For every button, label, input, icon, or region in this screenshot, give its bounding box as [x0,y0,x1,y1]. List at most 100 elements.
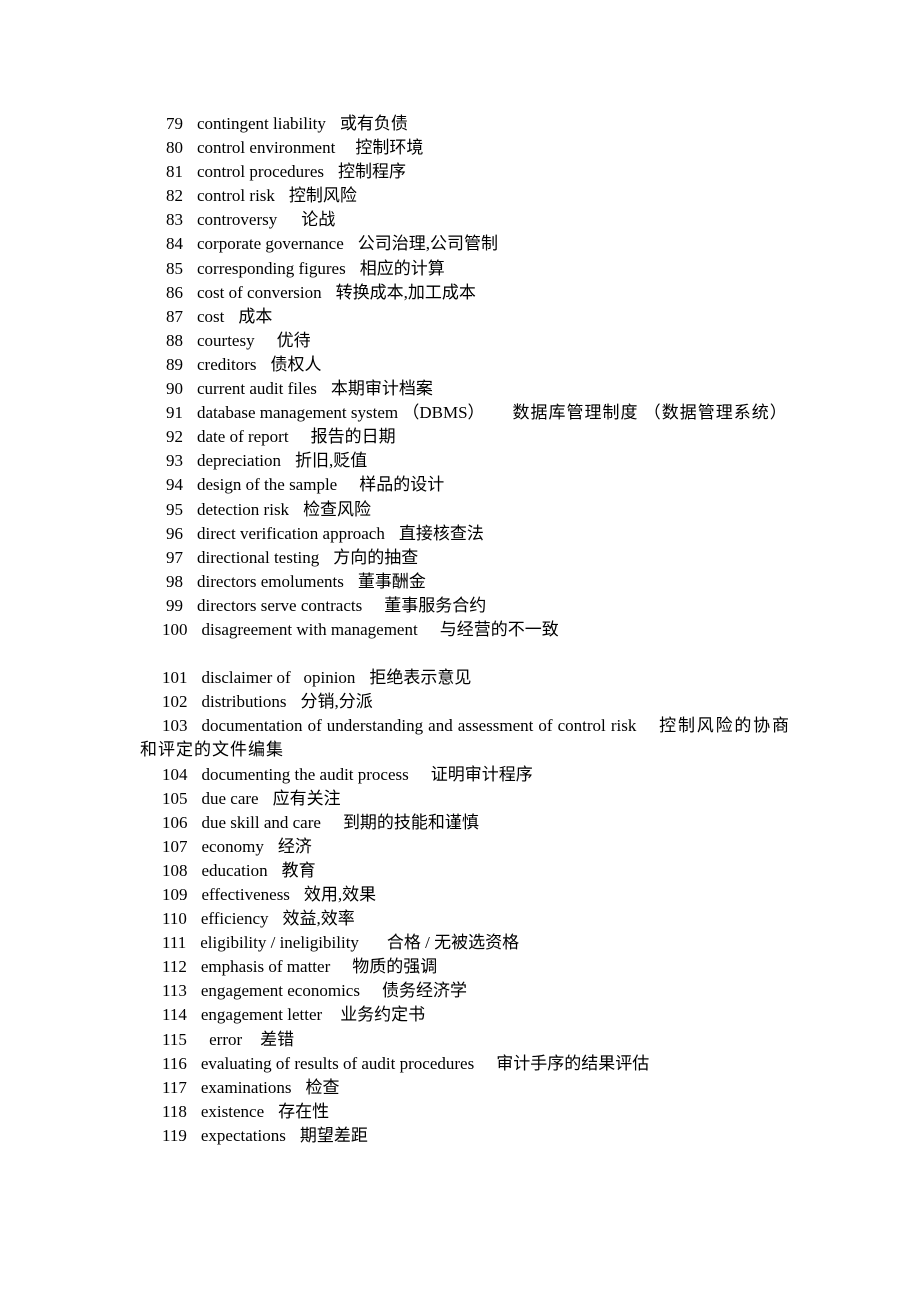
entry-number: 89 [166,354,183,374]
entry-translation: 或有负债 [339,114,408,133]
entry-number: 92 [166,427,183,447]
entry-translation: 转换成本,加工成本 [335,282,476,302]
glossary-entry: 93 depreciation 折旧,贬值 [140,449,790,473]
entry-term: error [204,1029,243,1049]
entry-term: engagement letter [200,1005,323,1025]
glossary-entry: 100 disagreement with management 与经营的不一致 [140,618,790,642]
entry-number: 97 [166,547,183,567]
entry-term: date of report [197,427,289,447]
entry-number: 113 [162,981,187,1001]
entry-term: directors emoluments [197,571,344,591]
entry-translation: 相应的计算 [359,258,445,278]
entry-number: 119 [162,1125,187,1145]
entry-term: engagement economics [200,981,360,1001]
entry-translation: 证明审计程序 [430,764,533,784]
entry-translation: 论战 [301,210,336,230]
entry-term: due skill and care [201,812,321,832]
glossary-entry: 111 eligibility / ineligibility 合格 / 无被选资格 [140,931,790,955]
glossary-entry: 103 documentation of understanding and as… [140,714,790,762]
entry-number: 111 [162,933,187,953]
entry-number: 85 [166,258,183,278]
glossary-entry: 105 due care 应有关注 [140,787,790,811]
entry-translation: 教育 [281,860,316,880]
entry-translation: 方向的抽查 [333,547,419,567]
entry-term: documentation of understanding and asses… [201,716,637,736]
glossary-entry: 89 creditors 债权人 [140,353,790,377]
entry-translation: 本期审计档案 [330,379,433,399]
entry-term: cost [197,306,225,326]
glossary-entry: 96 direct verification approach 直接核查法 [140,522,790,546]
entry-number: 95 [166,499,183,519]
entry-term: distributions [201,692,287,712]
entry-translation: 数据库管理制度 （数据管理系统） [512,403,788,423]
entry-translation: 债务经济学 [381,981,467,1001]
entry-number: 80 [166,138,183,158]
glossary-entry: 106 due skill and care 到期的技能和谨慎 [140,811,790,835]
entry-number: 94 [166,475,183,495]
glossary-entry: 117 examinations 检查 [140,1076,790,1100]
entry-translation: 控制程序 [337,162,406,182]
entry-term: design of the sample [197,475,338,495]
entry-term: efficiency [200,909,269,929]
entry-term: control risk [197,186,275,206]
entry-number: 107 [162,836,188,856]
glossary-entry: 79 contingent liability 或有负债 [140,112,790,136]
entry-term: creditors [197,354,257,374]
entry-number: 114 [162,1005,187,1025]
entry-term: corresponding figures [197,258,346,278]
entry-term: courtesy [197,330,255,350]
glossary-entry: 113 engagement economics 债务经济学 [140,979,790,1003]
entry-translation: 检查 [305,1077,340,1097]
entry-translation: 董事服务合约 [384,595,487,615]
entry-translation: 物质的强调 [352,957,438,977]
entry-number: 84 [166,234,183,254]
glossary-entry: 90 current audit files 本期审计档案 [140,377,790,401]
entry-number: 98 [166,571,183,591]
glossary-entry: 112 emphasis of matter 物质的强调 [140,955,790,979]
entry-translation: 债权人 [270,354,322,374]
glossary-entry: 87 cost 成本 [140,305,790,329]
entry-number: 103 [162,716,188,736]
glossary-entry: 86 cost of conversion 转换成本,加工成本 [140,281,790,305]
entry-term: directional testing [197,547,320,567]
entry-term: control procedures [197,162,324,182]
entry-term: database management system （DBMS） [197,403,485,423]
entry-translation: 控制风险 [288,186,357,206]
glossary-entry: 91 database management system （DBMS） 数据库管理… [140,401,790,425]
entry-translation: 成本 [238,306,273,326]
entry-translation: 差错 [260,1029,295,1049]
entry-translation: 样品的设计 [359,475,445,495]
entry-translation: 公司治理,公司管制 [357,234,499,254]
entry-number: 87 [166,306,183,326]
entry-translation: 折旧,贬值 [295,451,368,471]
entry-translation: 审计手序的结果评估 [496,1053,650,1073]
entry-number: 101 [162,668,188,688]
glossary-entry: 84 corporate governance 公司治理,公司管制 [140,232,790,256]
entry-number: 117 [162,1077,187,1097]
entry-term: corporate governance [197,234,344,254]
entry-number: 118 [162,1101,187,1121]
glossary-entry: 82 control risk 控制风险 [140,184,790,208]
entry-term: cost of conversion [197,282,322,302]
entry-translation: 效益,效率 [282,909,355,929]
entry-translation: 董事酬金 [357,571,426,591]
entry-translation: 合格 / 无被选资格 [386,933,520,953]
entry-translation: 业务约定书 [340,1005,426,1025]
entry-number: 82 [166,186,183,206]
glossary-list: 79 contingent liability 或有负债 80 control env… [140,112,790,1148]
entry-number: 106 [162,812,188,832]
entry-term: direct verification approach [197,523,385,543]
entry-translation: 效用,效果 [303,885,377,904]
glossary-entry: 110 efficiency 效益,效率 [140,907,790,931]
entry-number: 93 [166,451,183,471]
entry-term: effectiveness [201,885,290,904]
entry-translation: 与经营的不一致 [439,619,559,639]
glossary-entry: 108 education 教育 [140,859,790,883]
glossary-entry: 81 control procedures 控制程序 [140,160,790,184]
entry-translation: 分销,分派 [300,692,373,712]
entry-number: 91 [166,403,183,423]
glossary-entry: 83 controversy 论战 [140,208,790,232]
glossary-entry: 115 error 差错 [140,1028,790,1052]
entry-translation: 经济 [277,836,312,856]
entry-number: 115 [162,1029,187,1049]
